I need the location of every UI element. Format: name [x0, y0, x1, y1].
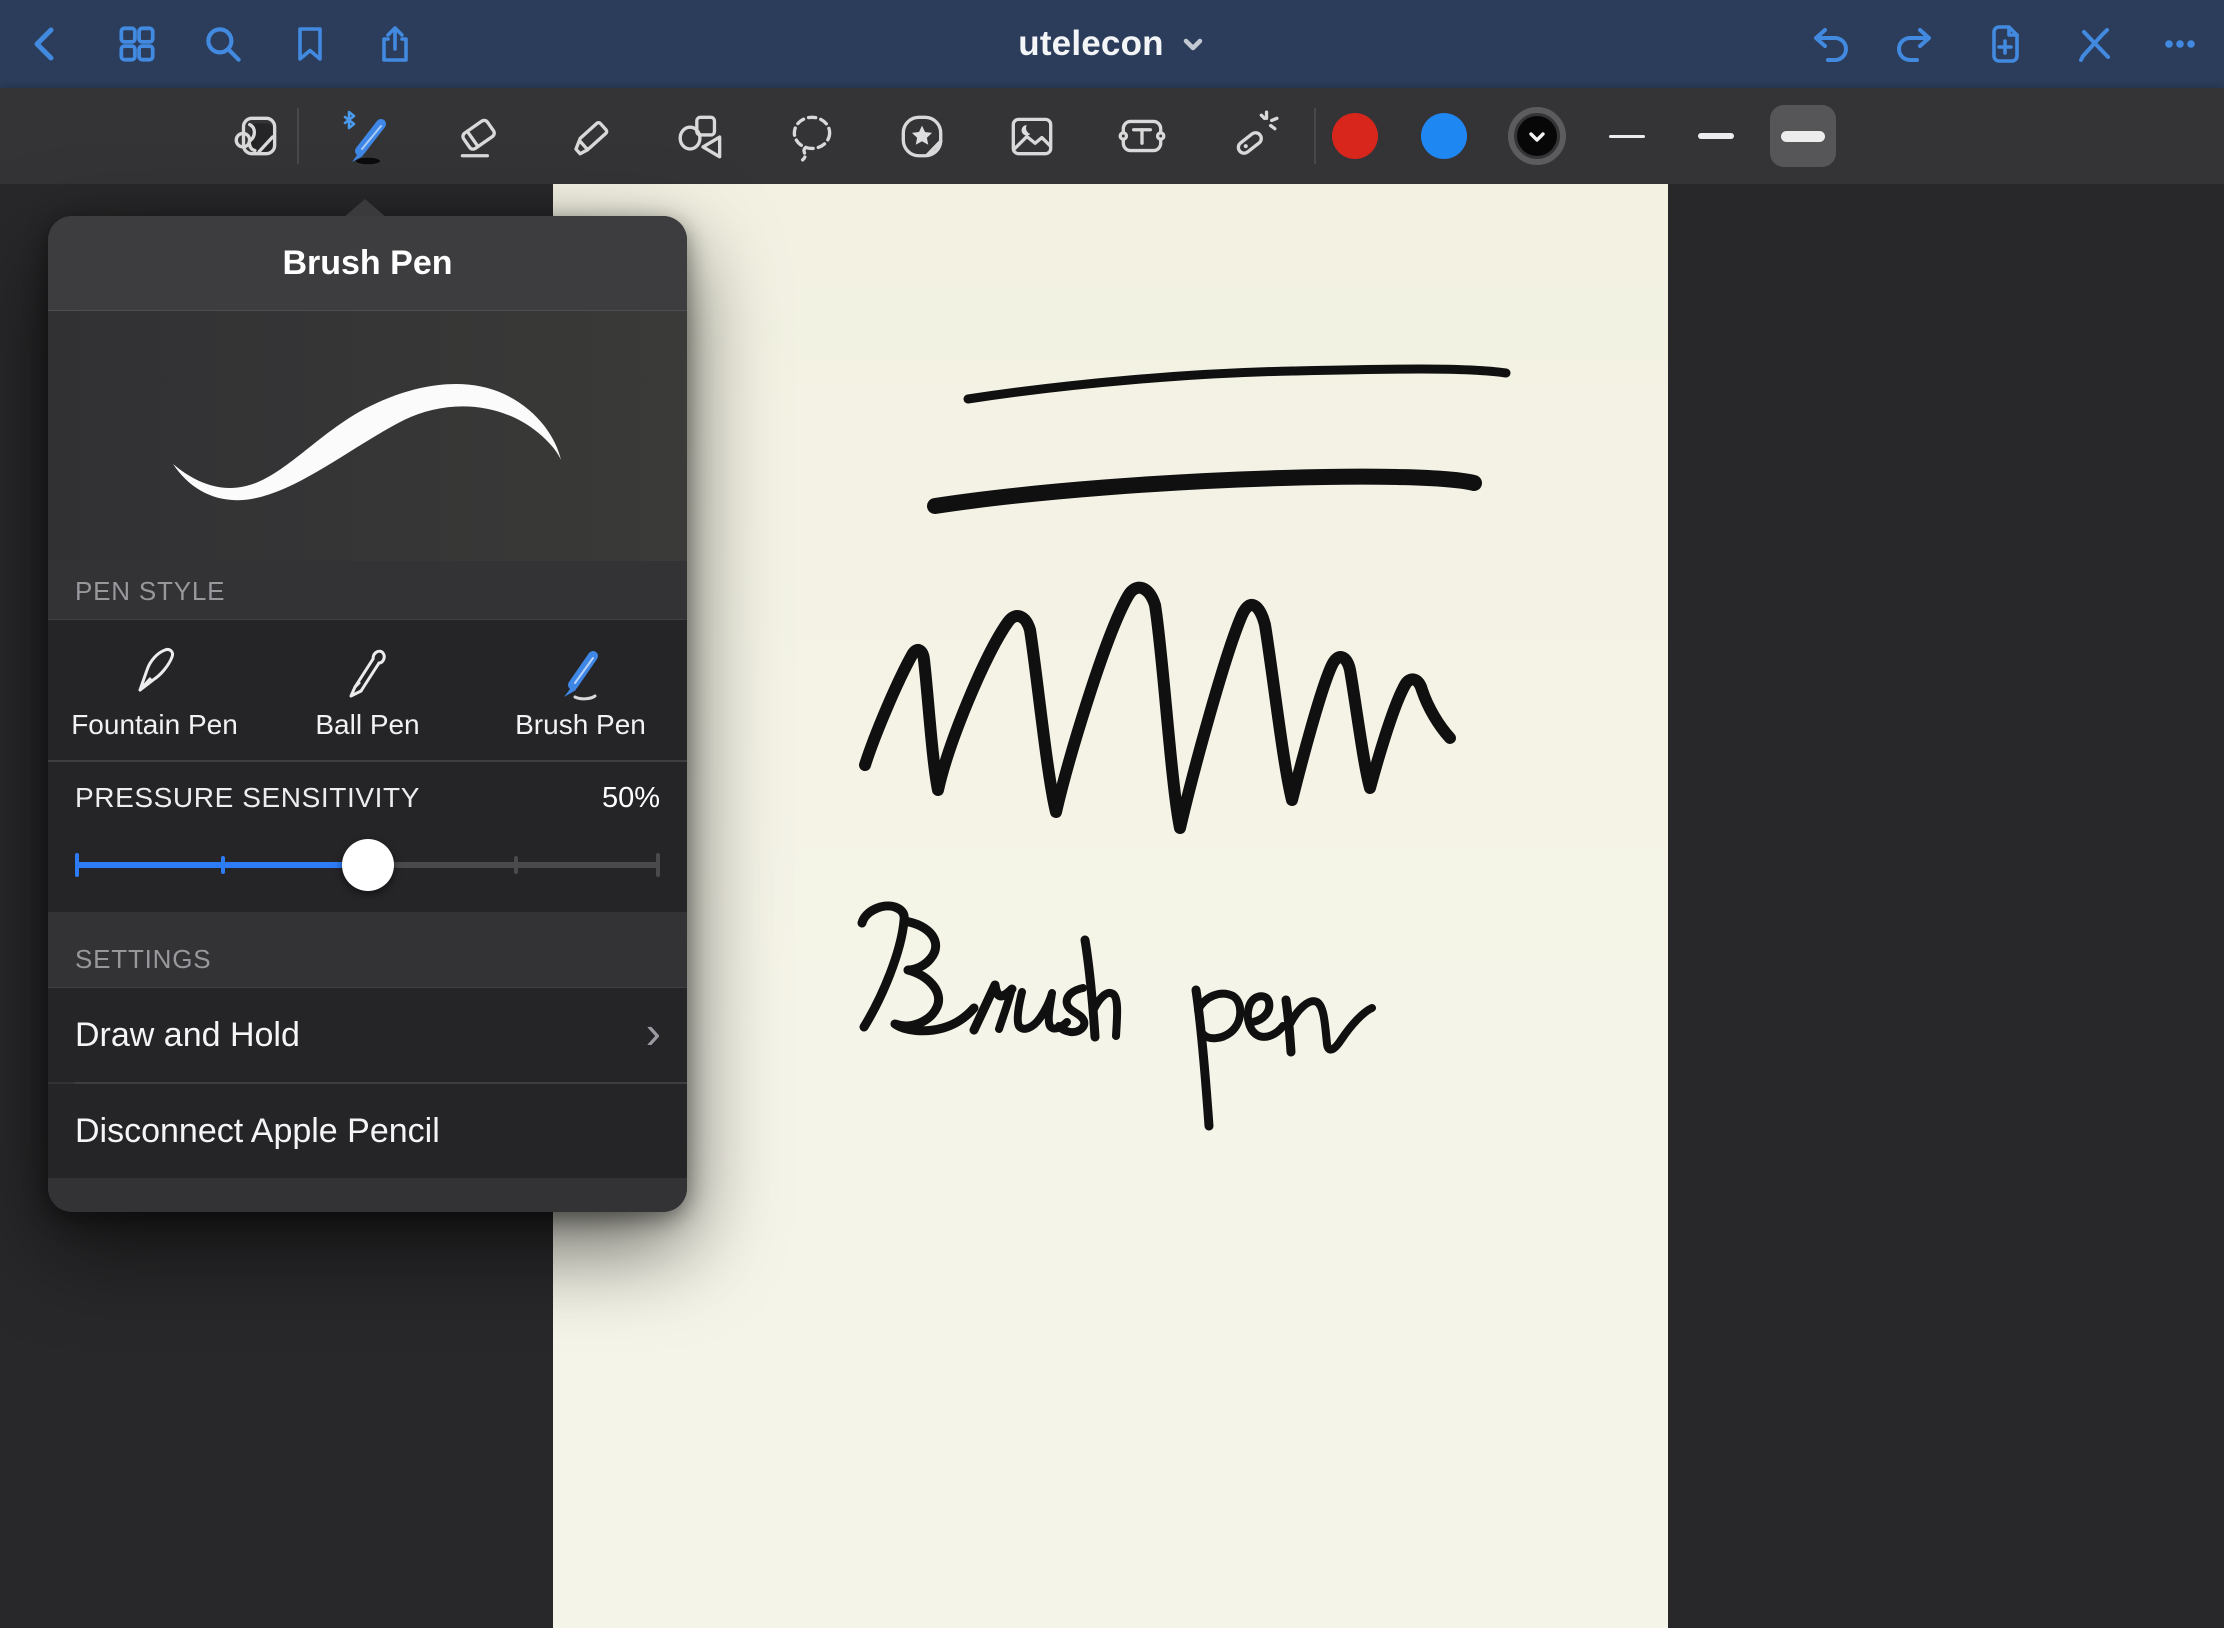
draw-and-hold-row[interactable]: Draw and Hold › — [48, 988, 687, 1082]
brush-pen-popover: Brush Pen PEN STYLE Fountain Pen Ball Pe… — [48, 216, 687, 1212]
eraser-tool[interactable] — [444, 88, 512, 184]
highlighter-tool[interactable] — [556, 88, 624, 184]
popover-footer — [48, 1178, 687, 1210]
page-template-tool[interactable] — [223, 88, 291, 184]
popover-header: Brush Pen — [48, 216, 687, 311]
laser-pointer-tool[interactable] — [1218, 88, 1286, 184]
pressure-value: 50% — [602, 782, 660, 815]
stroke-zigzag — [865, 588, 1450, 828]
pen-option-brush-selected[interactable]: Brush Pen — [474, 620, 687, 760]
navigation-bar: utelecon — [0, 0, 2224, 88]
slider-tick-75 — [514, 856, 518, 874]
document-title: utelecon — [1018, 24, 1164, 64]
pressure-section: PRESSURE SENSITIVITY 50% — [48, 762, 687, 912]
chevron-right-icon: › — [646, 1009, 661, 1055]
slider-tick-0 — [75, 853, 79, 877]
lasso-icon — [785, 109, 839, 163]
laser-pointer-icon — [1225, 109, 1279, 163]
add-page-icon — [1982, 21, 2028, 67]
settings-label: SETTINGS — [75, 944, 211, 975]
pen-option-label: Ball Pen — [315, 709, 419, 741]
redo-icon — [1892, 21, 1938, 67]
eraser-icon — [451, 109, 505, 163]
ball-pen-icon — [336, 639, 400, 703]
thick-line-icon — [1781, 131, 1825, 142]
slider-knob[interactable] — [342, 839, 394, 891]
elements-tool[interactable] — [888, 88, 956, 184]
disconnect-apple-pencil-label: Disconnect Apple Pencil — [75, 1112, 440, 1151]
text-tool[interactable] — [1108, 88, 1176, 184]
thickness-medium[interactable] — [1682, 88, 1750, 184]
slider-tick-100 — [656, 853, 660, 877]
brush-swoosh-icon — [88, 326, 648, 546]
pen-tool-selected[interactable] — [331, 88, 399, 184]
draw-and-hold-label: Draw and Hold — [75, 1016, 300, 1055]
brush-pen-icon — [549, 639, 613, 703]
redo-button[interactable] — [1883, 0, 1947, 88]
image-icon — [1005, 109, 1059, 163]
highlighter-icon — [563, 109, 617, 163]
lasso-tool[interactable] — [778, 88, 846, 184]
thin-line-icon — [1609, 135, 1645, 138]
brush-stroke-preview — [48, 311, 687, 561]
stroke-thick-line — [935, 477, 1474, 506]
slider-tick-25 — [221, 856, 225, 874]
pen-option-ball[interactable]: Ball Pen — [261, 620, 474, 760]
shapes-icon — [675, 109, 729, 163]
red-color-icon — [1332, 113, 1378, 159]
undo-icon — [1807, 21, 1853, 67]
pen-style-options: Fountain Pen Ball Pen Brush Pen — [48, 620, 687, 760]
disconnect-apple-pencil-row[interactable]: Disconnect Apple Pencil — [48, 1084, 687, 1178]
ellipsis-icon — [2157, 21, 2203, 67]
chevron-down-icon — [1180, 31, 1206, 57]
stop-editing-button[interactable] — [2063, 0, 2127, 88]
medium-line-icon — [1698, 133, 1734, 139]
pen-option-label: Brush Pen — [515, 709, 646, 741]
add-page-button[interactable] — [1973, 0, 2037, 88]
pen-style-label: PEN STYLE — [75, 576, 225, 607]
pencil-slash-icon — [2072, 21, 2118, 67]
text-icon — [1115, 109, 1169, 163]
sticker-star-icon — [895, 109, 949, 163]
pen-option-label: Fountain Pen — [71, 709, 238, 741]
thickness-thin[interactable] — [1593, 88, 1661, 184]
stroke-handwriting-pen — [1196, 990, 1372, 1126]
stroke-handwriting-brush — [862, 906, 1117, 1037]
color-swatch-blue[interactable] — [1410, 88, 1478, 184]
undo-button[interactable] — [1798, 0, 1862, 88]
popover-arrow — [344, 199, 386, 217]
pen-bluetooth-icon — [337, 105, 393, 167]
pen-option-fountain[interactable]: Fountain Pen — [48, 620, 261, 760]
section-gap — [48, 912, 687, 942]
pressure-slider[interactable] — [75, 835, 660, 895]
page-template-icon — [230, 109, 284, 163]
shapes-tool[interactable] — [668, 88, 736, 184]
toolbar-separator — [297, 108, 299, 164]
fountain-pen-icon — [123, 639, 187, 703]
more-button[interactable] — [2148, 0, 2212, 88]
toolbar-separator — [1314, 108, 1316, 164]
black-color-selected-icon — [1508, 107, 1566, 165]
settings-section-label: SETTINGS — [48, 942, 687, 988]
pressure-label: PRESSURE SENSITIVITY — [75, 782, 420, 814]
color-swatch-red[interactable] — [1321, 88, 1389, 184]
image-tool[interactable] — [998, 88, 1066, 184]
tool-bar — [0, 88, 2224, 184]
popover-title: Brush Pen — [282, 244, 452, 283]
blue-color-icon — [1421, 113, 1467, 159]
ink-strokes — [553, 184, 1668, 1628]
stroke-thin-line — [968, 369, 1506, 399]
pen-style-section-label: PEN STYLE — [48, 561, 687, 620]
goodnotes-app: utelecon — [0, 0, 2224, 1628]
thickness-thick-selected[interactable] — [1770, 105, 1836, 167]
color-swatch-black-selected[interactable] — [1503, 88, 1571, 184]
note-paper[interactable]: Brush pen — [553, 184, 1668, 1628]
